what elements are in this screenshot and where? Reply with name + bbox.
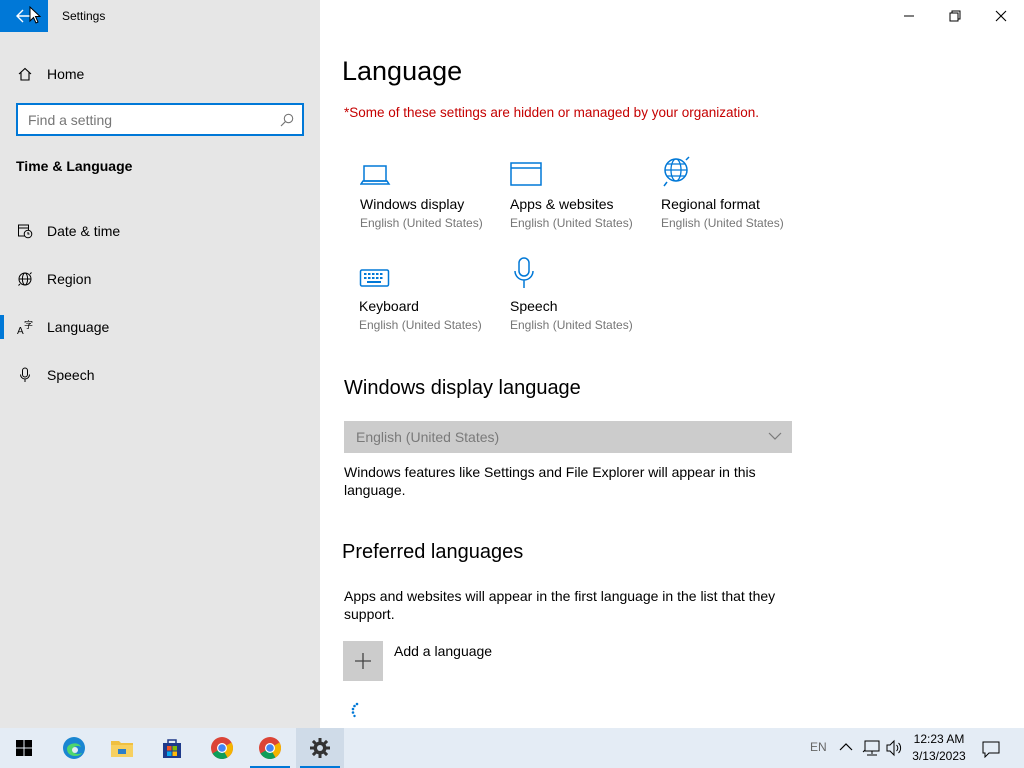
store-icon bbox=[163, 739, 181, 758]
chevron-down-icon bbox=[768, 432, 782, 440]
tile-keyboard[interactable]: Keyboard English (United States) bbox=[359, 254, 509, 332]
microphone-icon bbox=[17, 367, 33, 383]
laptop-icon bbox=[360, 152, 510, 188]
restore-icon bbox=[949, 10, 961, 22]
chrome-icon bbox=[211, 737, 233, 759]
display-language-description: Windows features like Settings and File … bbox=[344, 464, 756, 498]
notifications-icon[interactable] bbox=[982, 740, 1000, 758]
clock-time: 12:23 AM bbox=[913, 732, 965, 746]
org-notice: *Some of these settings are hidden or ma… bbox=[344, 105, 760, 120]
microphone-icon bbox=[510, 254, 660, 290]
input-indicator[interactable]: EN bbox=[810, 740, 827, 754]
main-content: Language *Some of these settings are hid… bbox=[320, 0, 1024, 728]
add-language-button[interactable]: Add a language bbox=[343, 641, 492, 681]
chevron-up-icon[interactable] bbox=[839, 742, 853, 752]
search-box[interactable] bbox=[16, 103, 304, 136]
svg-text:字: 字 bbox=[24, 319, 33, 331]
tile-name: Speech bbox=[510, 298, 558, 314]
mouse-cursor-icon bbox=[29, 6, 41, 24]
sidebar-item-label: Region bbox=[47, 271, 92, 287]
tile-regional-format[interactable]: Regional format English (United States) bbox=[661, 152, 811, 230]
taskbar-chrome-2[interactable] bbox=[246, 728, 294, 768]
taskbar-chrome-1[interactable] bbox=[198, 728, 246, 768]
search-icon[interactable] bbox=[280, 113, 294, 127]
start-icon bbox=[16, 740, 32, 756]
close-button[interactable] bbox=[978, 0, 1024, 32]
taskbar-clock[interactable]: 12:23 AM 3/13/2023 bbox=[906, 731, 972, 765]
regional-globe-icon bbox=[661, 152, 811, 188]
display-language-heading: Windows display language bbox=[344, 377, 581, 399]
language-icon: A字 bbox=[17, 319, 33, 335]
chrome-icon bbox=[259, 737, 281, 759]
loading-spinner-icon bbox=[351, 702, 359, 718]
sidebar-nav: Date & time Region A字 Language Speech bbox=[0, 207, 320, 399]
tile-value: English (United States) bbox=[661, 216, 784, 230]
edge-icon bbox=[63, 737, 85, 759]
tile-speech[interactable]: Speech English (United States) bbox=[510, 254, 660, 332]
date-time-icon bbox=[17, 223, 33, 239]
sidebar-item-speech[interactable]: Speech bbox=[0, 351, 320, 399]
add-language-label: Add a language bbox=[394, 643, 493, 659]
settings-icon bbox=[310, 738, 330, 758]
minimize-button[interactable] bbox=[886, 0, 932, 32]
tile-name: Keyboard bbox=[359, 298, 419, 314]
close-icon bbox=[995, 10, 1007, 22]
tile-value: English (United States) bbox=[359, 318, 482, 332]
display-language-dropdown[interactable]: English (United States) bbox=[344, 421, 792, 453]
tile-name: Windows display bbox=[360, 196, 465, 212]
tile-value: English (United States) bbox=[360, 216, 483, 230]
volume-icon[interactable] bbox=[885, 739, 903, 757]
sidebar-item-region[interactable]: Region bbox=[0, 255, 320, 303]
dropdown-value: English (United States) bbox=[356, 429, 500, 445]
start-button[interactable] bbox=[0, 728, 48, 768]
preferred-languages-description: Apps and websites will appear in the fir… bbox=[344, 588, 776, 622]
tile-value: English (United States) bbox=[510, 318, 633, 332]
back-button[interactable] bbox=[0, 0, 48, 32]
svg-text:A: A bbox=[17, 326, 24, 335]
sidebar-item-label: Date & time bbox=[47, 223, 121, 239]
tile-name: Apps & websites bbox=[510, 196, 614, 212]
sidebar-item-label: Home bbox=[47, 66, 85, 82]
taskbar: EN bbox=[0, 728, 1024, 768]
tile-apps-websites[interactable]: Apps & websites English (United States) bbox=[510, 152, 660, 230]
tile-value: English (United States) bbox=[510, 216, 633, 230]
globe-icon bbox=[17, 271, 33, 287]
file-explorer-icon bbox=[111, 741, 133, 757]
tile-windows-display[interactable]: Windows display English (United States) bbox=[360, 152, 510, 230]
home-icon bbox=[17, 66, 33, 82]
sidebar-item-label: Language bbox=[47, 319, 110, 335]
tile-name: Regional format bbox=[661, 196, 760, 212]
minimize-icon bbox=[904, 15, 914, 17]
plus-icon bbox=[343, 641, 383, 681]
sidebar-item-home[interactable]: Home bbox=[0, 56, 320, 92]
taskbar-store[interactable] bbox=[148, 728, 196, 768]
taskbar-settings[interactable] bbox=[296, 728, 344, 768]
taskbar-edge[interactable] bbox=[50, 728, 98, 768]
network-icon[interactable] bbox=[862, 739, 882, 757]
keyboard-icon bbox=[359, 254, 509, 290]
restore-button[interactable] bbox=[932, 0, 978, 32]
sidebar-item-language[interactable]: A字 Language bbox=[0, 303, 320, 351]
browser-window-icon bbox=[510, 152, 660, 188]
preferred-languages-heading: Preferred languages bbox=[342, 541, 524, 563]
clock-date: 3/13/2023 bbox=[912, 749, 966, 763]
sidebar: Settings Home Time & Language Date & tim… bbox=[0, 0, 320, 728]
section-title: Time & Language bbox=[16, 158, 133, 174]
app-title: Settings bbox=[62, 9, 106, 23]
search-input[interactable] bbox=[18, 111, 274, 128]
sidebar-item-date-time[interactable]: Date & time bbox=[0, 207, 320, 255]
taskbar-file-explorer[interactable] bbox=[98, 728, 146, 768]
sidebar-item-label: Speech bbox=[47, 367, 95, 383]
page-title: Language bbox=[342, 56, 463, 86]
